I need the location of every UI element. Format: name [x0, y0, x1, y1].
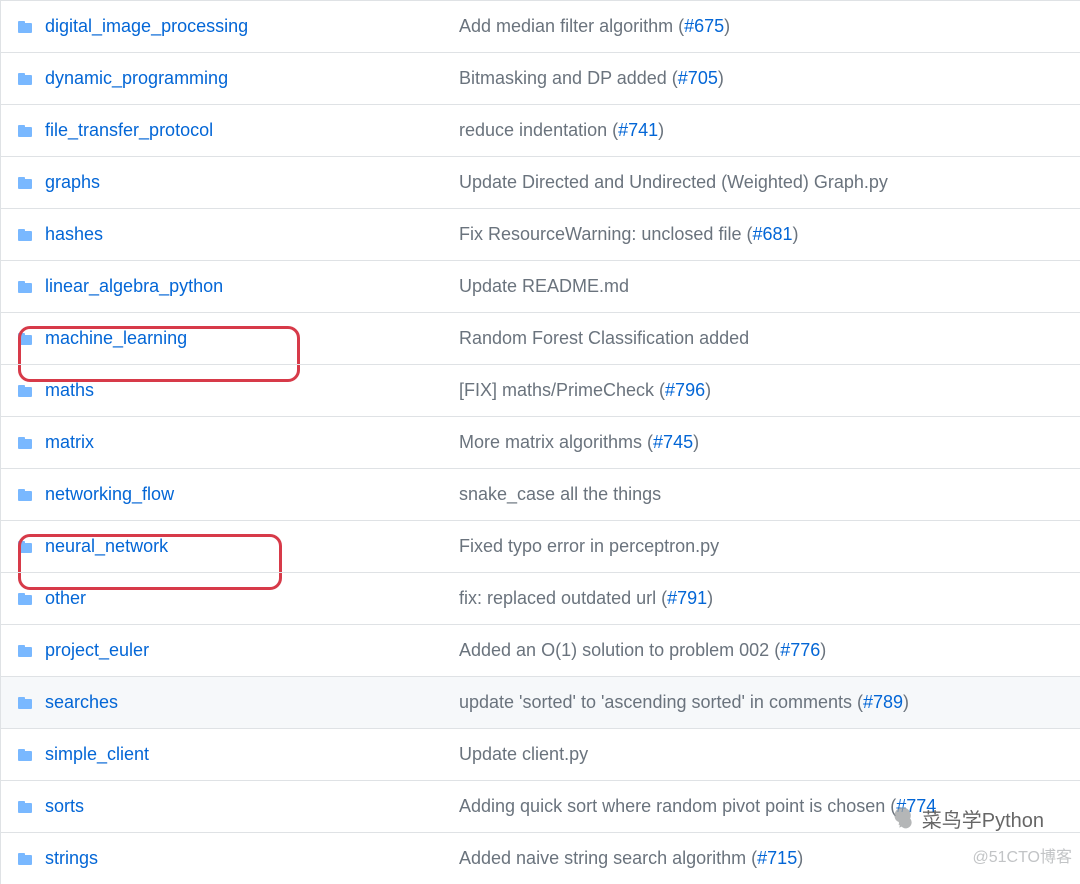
table-row: digital_image_processing Add median filte… [1, 0, 1080, 52]
pr-link[interactable]: #745 [653, 432, 693, 452]
folder-name-link[interactable]: simple_client [45, 744, 149, 765]
table-row: linear_algebra_python Update README.md [1, 260, 1080, 312]
watermark-chat-text: 菜鸟学Python [922, 804, 1044, 833]
table-row: maths [FIX] maths/PrimeCheck (#796) [1, 364, 1080, 416]
folder-icon [15, 695, 35, 711]
folder-name-link[interactable]: networking_flow [45, 484, 174, 505]
folder-name-link[interactable]: other [45, 588, 86, 609]
pr-link[interactable]: #791 [667, 588, 707, 608]
folder-icon [15, 19, 35, 35]
folder-name-link[interactable]: digital_image_processing [45, 16, 248, 37]
folder-name-link[interactable]: maths [45, 380, 94, 401]
commit-message[interactable]: Add median filter algorithm (#675) [459, 16, 1066, 37]
table-row: searches update 'sorted' to 'ascending so… [1, 676, 1080, 728]
folder-icon [15, 279, 35, 295]
commit-message[interactable]: Bitmasking and DP added (#705) [459, 68, 1066, 89]
folder-name-link[interactable]: machine_learning [45, 328, 187, 349]
table-row: neural_network Fixed typo error in percep… [1, 520, 1080, 572]
folder-name-link[interactable]: linear_algebra_python [45, 276, 223, 297]
folder-name-link[interactable]: graphs [45, 172, 100, 193]
pr-link[interactable]: #776 [780, 640, 820, 660]
commit-message[interactable]: Update README.md [459, 276, 1066, 297]
commit-message[interactable]: Update client.py [459, 744, 1066, 765]
folder-icon [15, 175, 35, 191]
table-row: graphs Update Directed and Undirected (We… [1, 156, 1080, 208]
pr-link[interactable]: #705 [678, 68, 718, 88]
commit-message[interactable]: More matrix algorithms (#745) [459, 432, 1066, 453]
table-row: networking_flow snake_case all the things [1, 468, 1080, 520]
table-row: project_euler Added an O(1) solution to p… [1, 624, 1080, 676]
folder-icon [15, 851, 35, 867]
pr-link[interactable]: #796 [665, 380, 705, 400]
table-row: dynamic_programming Bitmasking and DP add… [1, 52, 1080, 104]
folder-name-link[interactable]: matrix [45, 432, 94, 453]
folder-icon [15, 71, 35, 87]
folder-name-link[interactable]: project_euler [45, 640, 149, 661]
commit-message[interactable]: fix: replaced outdated url (#791) [459, 588, 1066, 609]
folder-icon [15, 331, 35, 347]
commit-message[interactable]: Fix ResourceWarning: unclosed file (#681… [459, 224, 1066, 245]
wechat-icon [886, 805, 914, 833]
pr-link[interactable]: #789 [863, 692, 903, 712]
folder-icon [15, 747, 35, 763]
table-row: other fix: replaced outdated url (#791) [1, 572, 1080, 624]
watermark-chat: 菜鸟学Python [886, 804, 1044, 833]
folder-icon [15, 487, 35, 503]
folder-icon [15, 383, 35, 399]
pr-link[interactable]: #715 [757, 848, 797, 868]
commit-message[interactable]: Added an O(1) solution to problem 002 (#… [459, 640, 1066, 661]
folder-icon [15, 227, 35, 243]
table-row: stringsAdded naive string search algorit… [1, 832, 1080, 884]
file-list: digital_image_processing Add median filte… [0, 0, 1080, 884]
folder-icon [15, 539, 35, 555]
commit-message[interactable]: Update Directed and Undirected (Weighted… [459, 172, 1066, 193]
table-row: file_transfer_protocol reduce indentation… [1, 104, 1080, 156]
table-row: machine_learning Random Forest Classifica… [1, 312, 1080, 364]
commit-message[interactable]: reduce indentation (#741) [459, 120, 1066, 141]
pr-link[interactable]: #741 [618, 120, 658, 140]
watermark-blog: @51CTO博客 [972, 843, 1072, 867]
commit-message[interactable]: update 'sorted' to 'ascending sorted' in… [459, 692, 1066, 713]
folder-name-link[interactable]: dynamic_programming [45, 68, 228, 89]
pr-link[interactable]: #681 [752, 224, 792, 244]
folder-name-link[interactable]: sorts [45, 796, 84, 817]
commit-message[interactable]: Random Forest Classification added [459, 328, 1066, 349]
folder-icon [15, 591, 35, 607]
folder-icon [15, 435, 35, 451]
table-row: matrix More matrix algorithms (#745) [1, 416, 1080, 468]
commit-message[interactable]: [FIX] maths/PrimeCheck (#796) [459, 380, 1066, 401]
commit-message[interactable]: Fixed typo error in perceptron.py [459, 536, 1066, 557]
pr-link[interactable]: #675 [684, 16, 724, 36]
folder-name-link[interactable]: neural_network [45, 536, 168, 557]
folder-name-link[interactable]: file_transfer_protocol [45, 120, 213, 141]
folder-name-link[interactable]: strings [45, 848, 98, 869]
table-row: simple_client Update client.py [1, 728, 1080, 780]
folder-name-link[interactable]: searches [45, 692, 118, 713]
commit-message[interactable]: snake_case all the things [459, 484, 1066, 505]
folder-icon [15, 799, 35, 815]
folder-icon [15, 643, 35, 659]
folder-name-link[interactable]: hashes [45, 224, 103, 245]
folder-icon [15, 123, 35, 139]
table-row: hashes Fix ResourceWarning: unclosed file… [1, 208, 1080, 260]
